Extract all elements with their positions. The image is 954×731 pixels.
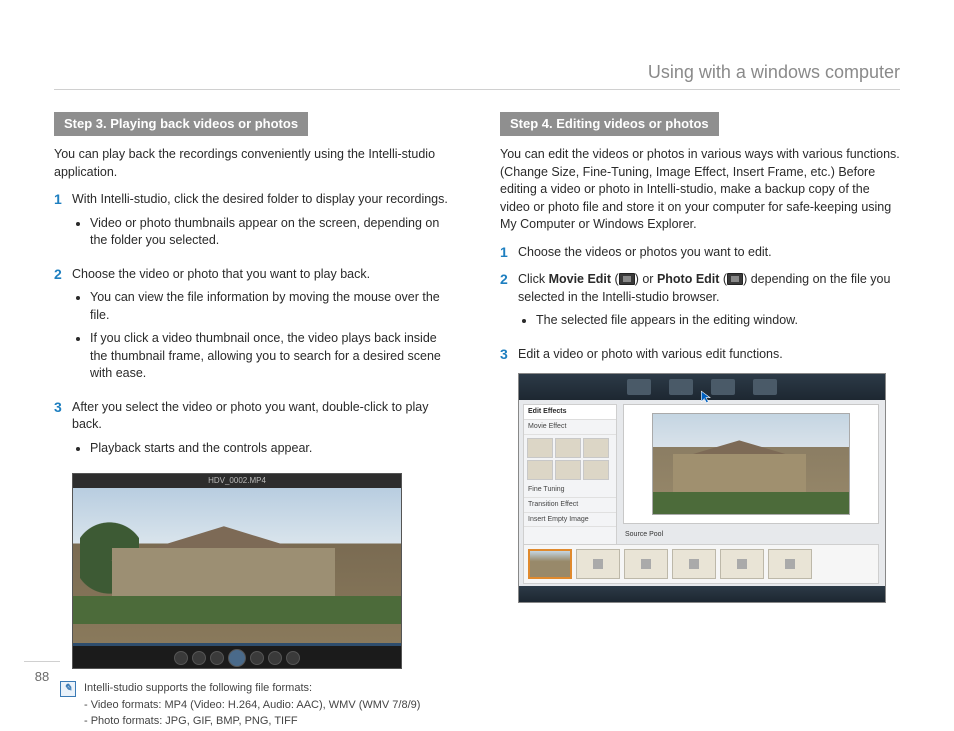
movie-edit-label: Movie Edit	[549, 272, 612, 286]
editor-side-panel: Edit Effects Movie Effect Fine Tuning Tr…	[523, 404, 617, 554]
timeline-clip	[576, 549, 620, 579]
video-player-screenshot: HDV_0002.MP4	[72, 473, 402, 669]
step4-intro: You can edit the videos or photos in var…	[500, 146, 900, 234]
effect-thumb	[527, 438, 553, 458]
next-icon	[268, 651, 282, 665]
page-number: 88	[24, 661, 60, 686]
side-section: Transition Effect	[524, 498, 616, 513]
step-text-part: Click	[518, 272, 549, 286]
player-controls	[73, 646, 401, 668]
step-number: 2	[54, 266, 72, 283]
step-number: 1	[500, 244, 518, 261]
play-icon	[228, 649, 246, 667]
step-text-part: (	[719, 272, 727, 286]
photo-edit-label: Photo Edit	[657, 272, 720, 286]
step-number: 1	[54, 191, 72, 208]
note-icon: ✎	[60, 681, 76, 697]
editor-bottombar	[519, 586, 885, 602]
step-text-part: ) or	[635, 272, 657, 286]
editor-topbar	[519, 374, 885, 400]
editor-screenshot: Edit Effects Movie Effect Fine Tuning Tr…	[518, 373, 886, 603]
step-text: With Intelli-studio, click the desired f…	[72, 192, 448, 206]
step-bullet: The selected file appears in the editing…	[536, 312, 900, 330]
page-title: Using with a windows computer	[54, 60, 900, 90]
effect-thumb	[583, 438, 609, 458]
topbar-button	[669, 379, 693, 395]
side-section: Insert Empty Image	[524, 513, 616, 528]
source-pool-label: Source Pool	[623, 530, 879, 542]
step3-header: Step 3. Playing back videos or photos	[54, 112, 308, 136]
note-line: - Photo formats: JPG, GIF, BMP, PNG, TIF…	[84, 714, 420, 729]
stop-icon	[210, 651, 224, 665]
timeline-clip	[672, 549, 716, 579]
effect-thumb	[555, 438, 581, 458]
step-bullet: Video or photo thumbnails appear on the …	[90, 215, 454, 250]
topbar-button	[627, 379, 651, 395]
editor-timeline	[523, 544, 879, 584]
side-section: Fine Tuning	[524, 483, 616, 498]
step-number: 3	[500, 346, 518, 363]
step3-intro: You can play back the recordings conveni…	[54, 146, 454, 181]
note-line: - Video formats: MP4 (Video: H.264, Audi…	[84, 698, 420, 713]
side-tab: Edit Effects	[524, 405, 616, 420]
effect-thumb	[527, 460, 553, 480]
topbar-button	[753, 379, 777, 395]
forward-icon	[250, 651, 264, 665]
timeline-clip-selected	[528, 549, 572, 579]
topbar-button	[711, 379, 735, 395]
movie-edit-icon	[619, 273, 635, 285]
step-number: 2	[500, 271, 518, 288]
note-box: ✎ Intelli-studio supports the following …	[60, 681, 454, 730]
left-column: Step 3. Playing back videos or photos Yo…	[54, 112, 454, 730]
editor-canvas	[623, 404, 879, 524]
step-text: Choose the video or photo that you want …	[72, 267, 370, 281]
prev-icon	[174, 651, 188, 665]
step-text-part: (	[611, 272, 619, 286]
step-bullet: If you click a video thumbnail once, the…	[90, 330, 454, 383]
step4-header: Step 4. Editing videos or photos	[500, 112, 719, 136]
volume-icon	[286, 651, 300, 665]
step-bullet: Playback starts and the controls appear.	[90, 440, 454, 458]
side-section: Movie Effect	[524, 420, 616, 435]
player-video-frame	[73, 488, 401, 646]
rewind-icon	[192, 651, 206, 665]
step-text: Edit a video or photo with various edit …	[518, 347, 783, 361]
photo-edit-icon	[727, 273, 743, 285]
right-column: Step 4. Editing videos or photos You can…	[500, 112, 900, 730]
timeline-clip	[720, 549, 764, 579]
effect-thumb	[555, 460, 581, 480]
effect-thumb	[583, 460, 609, 480]
step-text: Choose the videos or photos you want to …	[518, 245, 772, 259]
step-number: 3	[54, 399, 72, 416]
timeline-clip	[768, 549, 812, 579]
note-line: Intelli-studio supports the following fi…	[84, 681, 420, 696]
step-text: After you select the video or photo you …	[72, 400, 428, 432]
step-bullet: You can view the file information by mov…	[90, 289, 454, 324]
timeline-clip	[624, 549, 668, 579]
player-titlebar: HDV_0002.MP4	[73, 474, 401, 488]
